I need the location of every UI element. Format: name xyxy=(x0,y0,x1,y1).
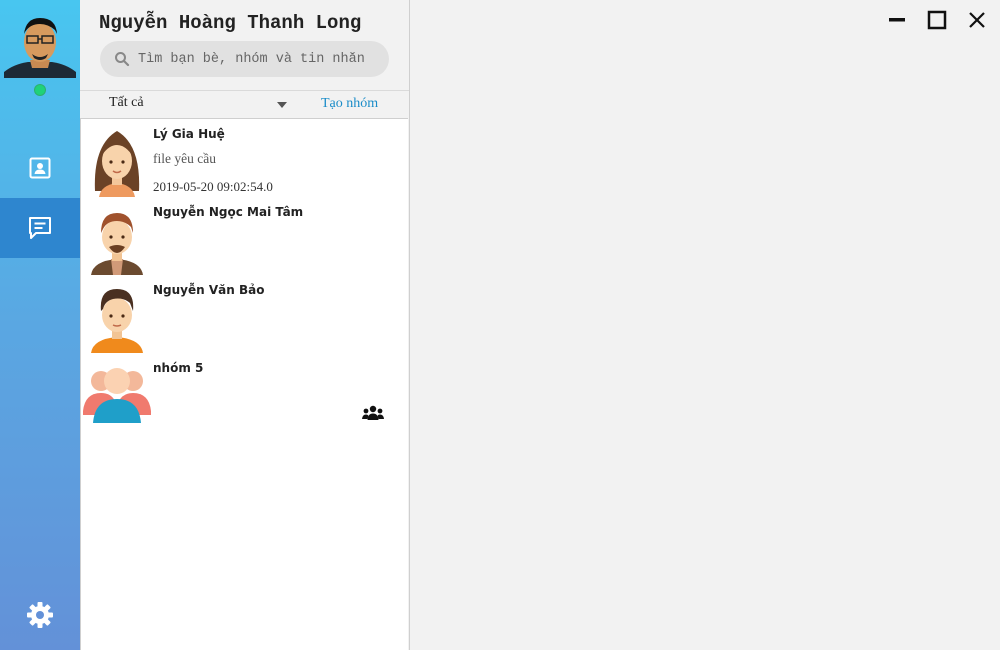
avatar xyxy=(94,131,140,197)
left-nav xyxy=(0,0,80,650)
conversation-timestamp: 2019-05-20 09:02:54.0 xyxy=(153,179,273,194)
conversation-item[interactable]: Nguyễn Ngọc Mai Tâm xyxy=(81,199,408,277)
filter-row: Tất cả Tạo nhóm xyxy=(80,90,409,119)
close-icon xyxy=(969,12,985,28)
conversation-item[interactable]: Nguyễn Văn Bảo xyxy=(81,277,408,355)
maximize-icon xyxy=(927,10,947,30)
filter-selected-value: Tất cả xyxy=(109,95,144,110)
current-user-name: Nguyễn Hoàng Thanh Long xyxy=(99,12,362,34)
minimize-button[interactable] xyxy=(886,9,908,31)
online-status-dot xyxy=(35,85,45,95)
contact-card-icon xyxy=(29,157,51,179)
settings-button[interactable] xyxy=(0,585,80,645)
chevron-down-icon xyxy=(277,102,287,108)
conversation-item[interactable]: nhóm 5 xyxy=(81,355,408,433)
conversation-name: Nguyễn Văn Bảo xyxy=(153,283,265,297)
gear-icon xyxy=(27,602,53,628)
search-input[interactable] xyxy=(138,51,378,67)
group-icon xyxy=(362,405,384,420)
conversation-name: nhóm 5 xyxy=(153,361,204,375)
chat-icon xyxy=(29,217,51,239)
minimize-icon xyxy=(889,18,905,22)
conversation-panel: Nguyễn Hoàng Thanh Long Tất cả Tạo nhóm xyxy=(80,0,410,650)
conversation-name: Lý Gia Huệ xyxy=(153,127,225,141)
conversation-name: Nguyễn Ngọc Mai Tâm xyxy=(153,205,304,219)
conversation-preview: file yêu cầu xyxy=(153,151,216,166)
nav-contacts-button[interactable] xyxy=(0,138,80,198)
my-avatar[interactable] xyxy=(4,14,76,78)
nav-messages-button[interactable] xyxy=(0,198,80,258)
avatar xyxy=(91,289,143,353)
filter-dropdown[interactable]: Tất cả xyxy=(109,95,289,115)
close-button[interactable] xyxy=(966,9,988,31)
create-group-link[interactable]: Tạo nhóm xyxy=(321,96,378,112)
search-bar[interactable] xyxy=(100,41,389,77)
maximize-button[interactable] xyxy=(926,9,948,31)
group-avatar xyxy=(83,368,151,423)
search-icon xyxy=(115,52,130,67)
avatar xyxy=(91,213,143,275)
conversation-item[interactable]: Lý Gia Huệ file yêu cầu 2019-05-20 09:02… xyxy=(81,121,408,199)
conversation-list: Lý Gia Huệ file yêu cầu 2019-05-20 09:02… xyxy=(80,118,408,650)
